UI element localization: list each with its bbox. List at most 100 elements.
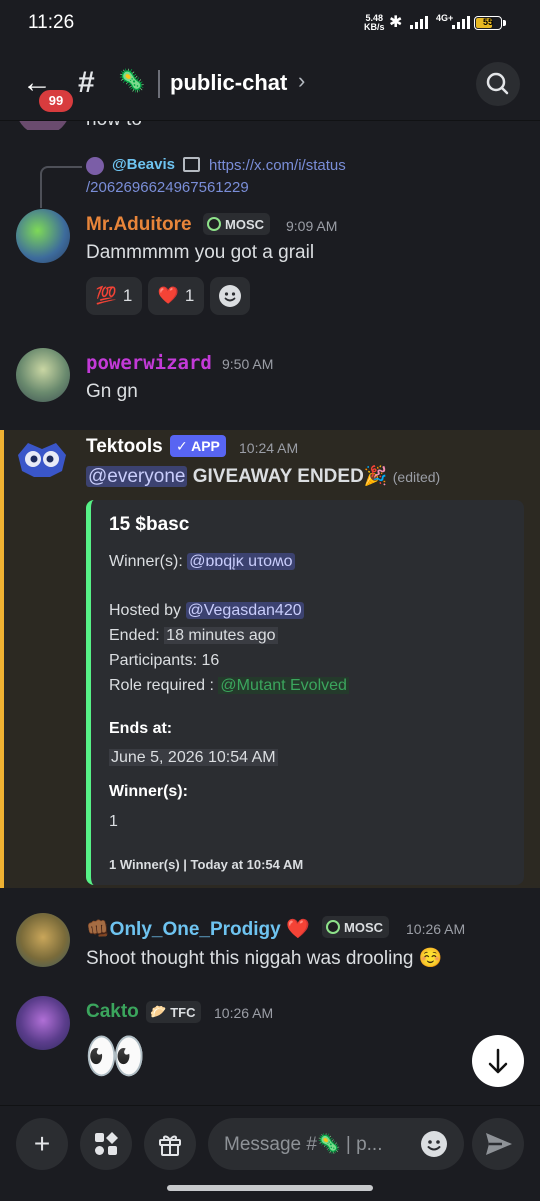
network-type: 4G+ bbox=[436, 13, 454, 23]
avatar bbox=[16, 121, 70, 130]
send-icon bbox=[486, 1133, 512, 1155]
smiley-add-icon bbox=[219, 285, 241, 307]
jump-to-present-button[interactable] bbox=[472, 1035, 524, 1087]
message-placeholder: Message #🦠 | p... bbox=[224, 1134, 383, 1155]
author-name[interactable]: Mr.Aduitore bbox=[86, 214, 192, 235]
author-name[interactable]: Cakto bbox=[86, 1001, 139, 1023]
bluetooth-icon: ✱ bbox=[389, 14, 403, 31]
timestamp: 9:50 AM bbox=[222, 356, 274, 372]
everyone-mention[interactable]: @everyone bbox=[86, 466, 188, 487]
cell-signal-icon bbox=[452, 16, 470, 29]
winner-mention[interactable]: @ɒɒqįĸ uτοʍο bbox=[187, 553, 295, 570]
bot-avatar[interactable] bbox=[14, 437, 70, 481]
timestamp: 9:09 AM bbox=[286, 218, 338, 234]
winners-field-label: Winner(s): bbox=[109, 783, 188, 800]
avatar[interactable] bbox=[16, 348, 70, 402]
giveaway-text: GIVEAWAY ENDED bbox=[192, 466, 364, 487]
role-mention[interactable]: @Mutant Evolved bbox=[218, 677, 349, 694]
message-author[interactable]: 👊🏾Only_One_Prodigy ❤️ bbox=[86, 917, 310, 941]
smiley-icon bbox=[421, 1131, 447, 1157]
message-text: how to bbox=[86, 121, 142, 130]
wifi-signal-icon bbox=[410, 16, 428, 29]
embed-role: Role required : @Mutant Evolved bbox=[109, 677, 349, 695]
ended-label: Ended: bbox=[109, 627, 160, 644]
channel-emoji: 🦠 bbox=[118, 68, 146, 93]
send-button[interactable] bbox=[472, 1118, 524, 1170]
author-name[interactable]: Only_One_Prodigy bbox=[110, 919, 281, 940]
reaction-count: 1 bbox=[122, 286, 133, 305]
reaction-100[interactable]: 💯 1 bbox=[86, 277, 142, 315]
plus-icon: + bbox=[33, 1128, 51, 1159]
apps-button[interactable] bbox=[80, 1118, 132, 1170]
server-tag[interactable]: MOSC bbox=[322, 916, 389, 938]
reply-author[interactable]: @Beavis bbox=[112, 156, 175, 173]
attach-button[interactable]: + bbox=[16, 1118, 68, 1170]
channel-title[interactable]: public-chat bbox=[170, 70, 287, 96]
message-text: @everyone GIVEAWAY ENDED🎉 (edited) bbox=[86, 464, 440, 488]
reply-connector bbox=[40, 166, 82, 208]
avatar[interactable] bbox=[16, 996, 70, 1050]
gift-button[interactable] bbox=[144, 1118, 196, 1170]
relieved-emoji: ☺️ bbox=[418, 948, 443, 969]
ends-at-label: Ends at: bbox=[109, 720, 173, 737]
chevron-right-icon[interactable]: › bbox=[298, 68, 305, 94]
host-mention[interactable]: @Vegasdan420 bbox=[185, 602, 304, 619]
reply-link-line2[interactable]: /2062696624967561229 bbox=[86, 179, 249, 196]
role-label: Role required : bbox=[109, 677, 214, 694]
tag-icon bbox=[207, 217, 221, 231]
tag-label: MOSC bbox=[225, 216, 264, 232]
battery-icon: 55 bbox=[474, 16, 502, 30]
add-reaction-button[interactable] bbox=[210, 277, 250, 315]
search-button[interactable] bbox=[476, 62, 520, 106]
server-tag[interactable]: MOSC bbox=[203, 213, 270, 235]
winners-field-value: 1 bbox=[109, 813, 118, 830]
reaction-emoji: ❤️ bbox=[157, 286, 179, 305]
gift-icon bbox=[159, 1135, 181, 1156]
home-indicator[interactable] bbox=[167, 1185, 373, 1191]
tag-emoji: 🥟 bbox=[150, 1004, 167, 1019]
battery-cap bbox=[503, 20, 506, 26]
party-emoji: 🎉 bbox=[363, 466, 388, 487]
reaction-heart[interactable]: ❤️ 1 bbox=[148, 277, 204, 315]
emoji-picker-button[interactable] bbox=[420, 1130, 448, 1163]
embed-host: Hosted by @Vegasdan420 bbox=[109, 602, 304, 620]
channel-header: ← 99 # 🦠 public-chat › bbox=[0, 50, 540, 121]
hosted-label: Hosted by bbox=[109, 602, 182, 619]
clock: 11:26 bbox=[28, 12, 75, 33]
unread-badge: 99 bbox=[36, 87, 76, 115]
ends-at-date: June 5, 2026 10:54 AM bbox=[109, 749, 278, 766]
eyes-emoji: 👀 bbox=[84, 1028, 147, 1084]
search-icon bbox=[486, 72, 509, 95]
header-divider bbox=[158, 70, 160, 98]
reply-link-line1[interactable]: https://x.com/i/status bbox=[209, 157, 346, 174]
arrow-down-icon bbox=[488, 1048, 508, 1074]
giveaway-embed: 15 $basc Winner(s): @ɒɒqįĸ uτοʍο Hosted … bbox=[86, 500, 524, 885]
author-name[interactable]: powerwizard bbox=[86, 352, 212, 374]
edited-label: (edited) bbox=[392, 469, 441, 485]
tag-label: MOSC bbox=[344, 919, 383, 935]
avatar[interactable] bbox=[16, 209, 70, 263]
avatar[interactable] bbox=[16, 913, 70, 967]
timestamp: 10:26 AM bbox=[406, 921, 466, 937]
net-speed: 5.48 KB/s bbox=[364, 13, 385, 32]
clipped-message-row: how to bbox=[0, 121, 540, 130]
channel-hash-icon: # bbox=[78, 66, 95, 99]
reaction-emoji: 💯 bbox=[95, 286, 117, 305]
ends-at-value: June 5, 2026 10:54 AM bbox=[109, 749, 278, 767]
server-tag[interactable]: 🥟 TFC bbox=[146, 1001, 202, 1023]
tag-icon bbox=[326, 920, 340, 934]
reaction-count: 1 bbox=[184, 286, 195, 305]
apps-icon bbox=[95, 1132, 118, 1155]
message-text: Dammmmm you got a grail bbox=[86, 242, 315, 263]
message-body: Shoot thought this niggah was drooling bbox=[86, 948, 414, 969]
reply-avatar bbox=[86, 157, 104, 175]
timestamp: 10:26 AM bbox=[214, 1005, 274, 1021]
timestamp: 10:24 AM bbox=[239, 440, 299, 456]
author-prefix-emoji: 👊🏾 bbox=[86, 919, 110, 940]
embed-participants: Participants: 16 bbox=[109, 652, 220, 669]
message-text: Gn gn bbox=[86, 381, 138, 402]
message-author[interactable]: Mr.Aduitore bbox=[86, 214, 192, 236]
embed-title: 15 $basc bbox=[109, 514, 190, 535]
message-input[interactable]: Message #🦠 | p... bbox=[208, 1118, 464, 1170]
author-name[interactable]: Tektools bbox=[86, 436, 163, 458]
